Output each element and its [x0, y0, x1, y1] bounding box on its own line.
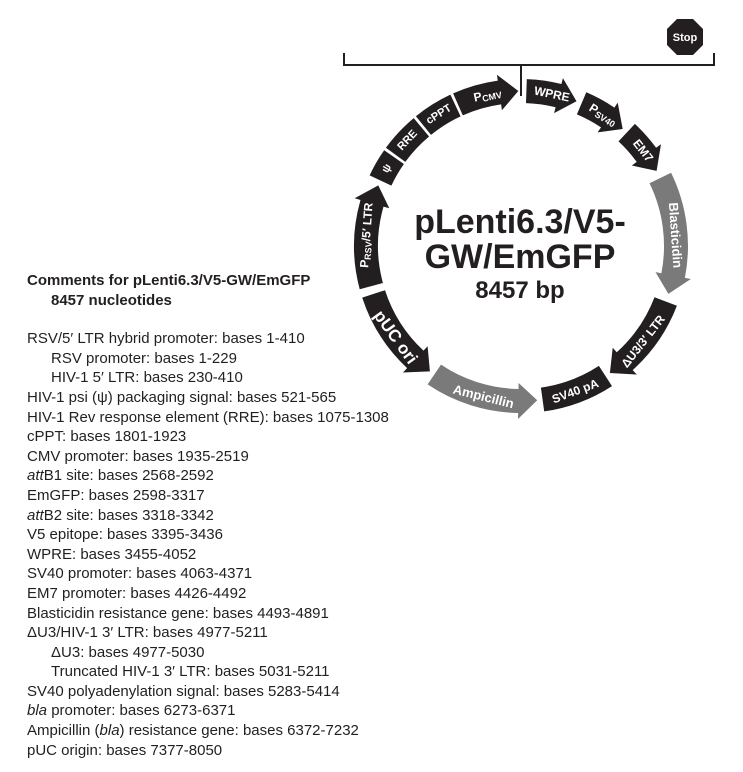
feature-list-item: HIV-1 psi (ψ) packaging signal: bases 52…: [27, 388, 337, 406]
feature-list-item: V5 epitope: bases 3395-3436: [27, 526, 223, 544]
feature-list-item: HIV-1 5′ LTR: bases 230-410: [51, 369, 243, 387]
feature-list-item: CMV promoter: bases 1935-2519: [27, 447, 249, 465]
feature-list-item: RSV/5′ LTR hybrid promoter: bases 1-410: [27, 330, 305, 348]
feature-list-item: cPPT: bases 1801-1923: [27, 428, 187, 446]
feature-list-item: pUC origin: bases 7377-8050: [27, 741, 223, 759]
feature-list-item: SV40 promoter: bases 4063-4371: [27, 565, 253, 583]
feature-list-item: ΔU3: bases 4977-5030: [51, 643, 205, 661]
feature-list-item: WPRE: bases 3455-4052: [27, 545, 197, 563]
feature-list-item: EmGFP: bases 2598-3317: [27, 486, 205, 504]
italic-prefix: att: [27, 506, 44, 524]
feature-list-item: SV40 polyadenylation signal: bases 5283-…: [27, 682, 340, 700]
feature-list-item: attB2 site: bases 3318-3342: [27, 506, 214, 524]
feature-list-item: Blasticidin resistance gene: bases 4493-…: [27, 604, 329, 622]
italic-prefix: bla: [27, 702, 48, 720]
feature-list-item: ΔU3/HIV-1 3′ LTR: bases 4977-5211: [27, 624, 268, 642]
feature-list-item: attB1 site: bases 2568-2592: [27, 467, 214, 485]
comments-block: Comments for pLenti6.3/V5-GW/EmGFP 8457 …: [27, 271, 389, 760]
plasmid-name-line2: GW/EmGFP: [425, 238, 616, 276]
feature-list-item: Ampicillin (bla) resistance gene: bases …: [27, 722, 359, 740]
feature-list-item: HIV-1 Rev response element (RRE): bases …: [27, 408, 389, 426]
italic-mid: bla: [99, 722, 120, 740]
feature-list-item: EM7 promoter: bases 4426-4492: [27, 584, 247, 602]
comments-title: Comments for pLenti6.3/V5-GW/EmGFP: [27, 272, 311, 289]
feature-list: RSV/5′ LTR hybrid promoter: bases 1-410 R…: [27, 329, 389, 760]
plasmid-name-line1: pLenti6.3/V5-: [414, 203, 626, 241]
feature-list-item: Truncated HIV-1 3′ LTR: bases 5031-5211: [51, 663, 330, 681]
italic-prefix: att: [27, 467, 44, 485]
plasmid-size: 8457 bp: [475, 277, 564, 304]
comments-subtitle: 8457 nucleotides: [51, 291, 172, 309]
feature-list-item: RSV promoter: bases 1-229: [51, 349, 237, 367]
feature-list-item: bla promoter: bases 6273-6371: [27, 702, 236, 720]
